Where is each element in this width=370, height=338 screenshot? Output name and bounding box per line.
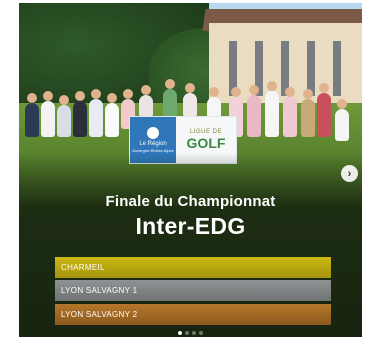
news-card[interactable]: Le Région Auvergne-Rhône-Alpes LIGUE DE … [19, 3, 362, 337]
ranking-label: LYON SALVAGNY 1 [61, 286, 138, 295]
slide-title: Inter-EDG [135, 213, 246, 239]
region-logo-icon [147, 127, 159, 139]
ranking-second: LYON SALVAGNY 1 [55, 280, 331, 301]
chevron-right-icon[interactable]: › [341, 165, 358, 182]
ranking-first: CHARMEIL [55, 257, 331, 278]
region-logo-text: Le Région [139, 141, 167, 147]
ranking-third: LYON SALVAGNY 2 [55, 304, 331, 325]
ranking-label: CHARMEIL [61, 263, 105, 272]
carousel-dot[interactable] [185, 331, 189, 335]
ranking-label: LYON SALVAGNY 2 [61, 310, 138, 319]
carousel-dots [19, 331, 362, 335]
carousel-dot[interactable] [192, 331, 196, 335]
carousel-dot[interactable] [199, 331, 203, 335]
carousel-dot[interactable] [178, 331, 182, 335]
golf-text: GOLF [186, 135, 226, 151]
slide-subtitle: Finale du Championnat [105, 193, 276, 210]
